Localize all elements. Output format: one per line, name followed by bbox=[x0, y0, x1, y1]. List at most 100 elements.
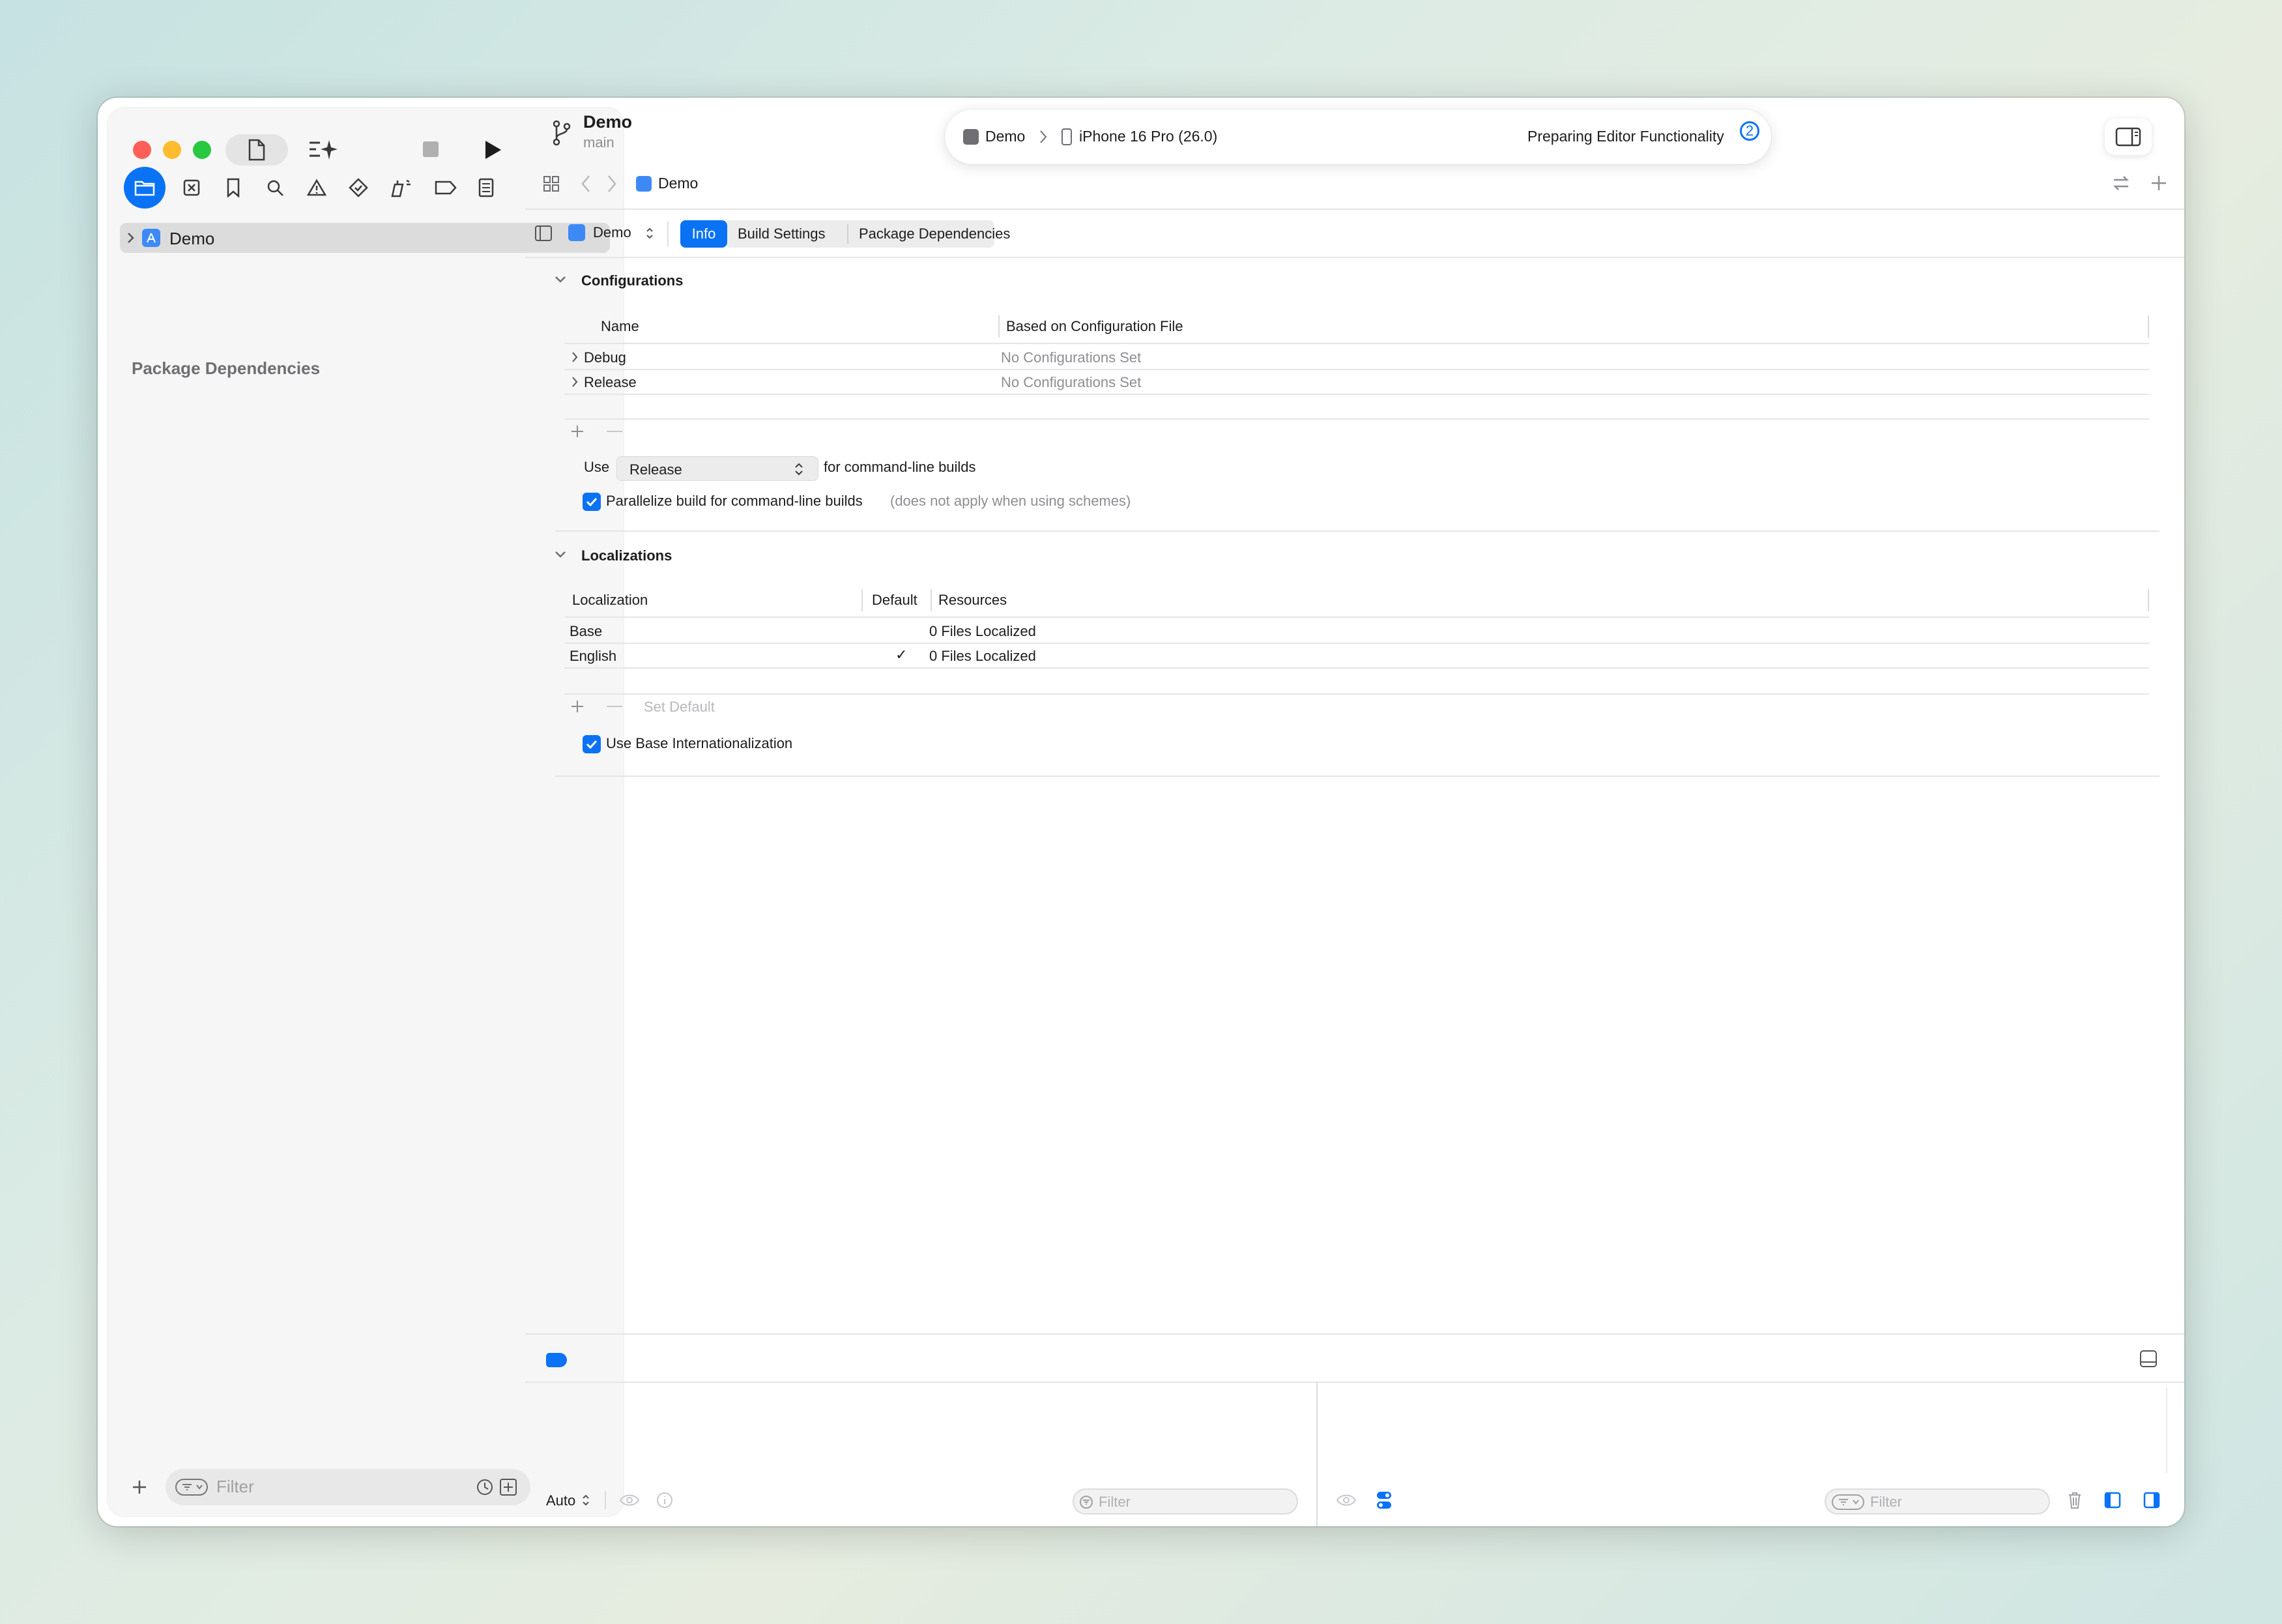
xcode-window: Demo Package Dependencies Filter Demo ma… bbox=[98, 98, 2184, 1526]
back-chevron-icon[interactable] bbox=[580, 173, 592, 194]
stop-button[interactable] bbox=[421, 139, 441, 159]
find-navigator-tab[interactable] bbox=[259, 172, 291, 203]
search-icon bbox=[267, 180, 283, 196]
table-row[interactable]: Debug No Configurations Set bbox=[564, 345, 2149, 369]
branch-name: main bbox=[583, 134, 614, 151]
show-console-view-icon[interactable] bbox=[2143, 1491, 2161, 1509]
jumpbar-divider bbox=[525, 209, 2184, 210]
trash-icon[interactable] bbox=[2067, 1491, 2083, 1509]
localizations-heading: Localizations bbox=[581, 547, 672, 564]
scheme-selector[interactable]: Demo bbox=[985, 128, 1025, 145]
breakpoint-navigator-tab[interactable] bbox=[430, 172, 461, 203]
base-internationalization-checkbox[interactable] bbox=[583, 735, 601, 753]
target-selector[interactable]: Demo bbox=[593, 224, 631, 241]
variables-filter-placeholder: Filter bbox=[1099, 1494, 1131, 1510]
close-window-button[interactable] bbox=[133, 141, 151, 159]
forward-chevron-icon[interactable] bbox=[606, 173, 618, 194]
add-localization-plus-icon[interactable] bbox=[570, 699, 585, 714]
toggle-inspector-button[interactable] bbox=[2105, 119, 2152, 155]
navigator-sidebar: Demo Package Dependencies Filter bbox=[108, 108, 623, 1516]
table-row[interactable]: English ✓ 0 Files Localized bbox=[564, 644, 2149, 667]
console-scrollbar-track[interactable] bbox=[2166, 1388, 2167, 1473]
chevron-down-icon[interactable] bbox=[554, 275, 567, 284]
branch-icon bbox=[553, 120, 571, 146]
console-filter-field[interactable]: Filter bbox=[1825, 1488, 2050, 1515]
plus-icon bbox=[133, 1481, 146, 1494]
breakpoints-toggle-button[interactable] bbox=[546, 1353, 567, 1367]
updown-chevron-icon[interactable] bbox=[645, 225, 654, 241]
variables-filter-field[interactable]: Filter bbox=[1073, 1488, 1298, 1515]
report-navigator-tab[interactable] bbox=[470, 172, 502, 203]
breakpoint-tag-icon bbox=[435, 181, 457, 195]
add-configuration-plus-icon[interactable] bbox=[570, 424, 585, 439]
chevron-right-icon[interactable] bbox=[126, 231, 136, 244]
issue-navigator-tab[interactable] bbox=[301, 172, 332, 203]
filter-options-icon[interactable] bbox=[175, 1478, 209, 1496]
bookmark-navigator-tab[interactable] bbox=[218, 172, 249, 203]
chevron-right-icon[interactable] bbox=[571, 351, 579, 364]
tab-package-dependencies[interactable]: Package Dependencies bbox=[859, 225, 1010, 242]
hide-debug-area-icon[interactable] bbox=[2139, 1349, 2158, 1369]
add-file-button[interactable] bbox=[126, 1474, 152, 1500]
add-editor-plus-icon[interactable] bbox=[2150, 175, 2167, 192]
tab-info-label: Info bbox=[691, 225, 716, 242]
localization-default[interactable]: ✓ bbox=[895, 646, 907, 663]
jumpbar-crumb[interactable]: Demo bbox=[658, 175, 698, 192]
coding-assistant-button[interactable] bbox=[305, 134, 341, 166]
table-row[interactable]: Base 0 Files Localized bbox=[564, 619, 2149, 643]
eye-icon[interactable] bbox=[1336, 1492, 1357, 1508]
config-file[interactable]: No Configurations Set bbox=[1001, 374, 1141, 391]
document-icon bbox=[248, 139, 265, 161]
swap-arrows-icon[interactable] bbox=[2111, 173, 2131, 193]
configurations-col-name: Name bbox=[601, 318, 639, 334]
debug-navigator-tab[interactable] bbox=[384, 172, 421, 203]
source-control-filter-icon[interactable] bbox=[499, 1478, 517, 1496]
stop-icon bbox=[423, 141, 439, 157]
destination-selector[interactable]: iPhone 16 Pro (26.0) bbox=[1079, 128, 1217, 145]
remove-localization-minus-icon[interactable] bbox=[605, 699, 624, 714]
test-navigator-tab[interactable] bbox=[343, 172, 374, 203]
command-line-config-popup[interactable]: Release bbox=[616, 456, 818, 481]
updown-chevron-icon[interactable] bbox=[581, 1492, 590, 1508]
related-items-grid-icon[interactable] bbox=[542, 175, 560, 193]
package-dependencies-heading: Package Dependencies bbox=[132, 358, 321, 378]
localizations-col-resources: Resources bbox=[938, 592, 1007, 608]
play-icon bbox=[485, 141, 501, 159]
show-document-outline-icon[interactable] bbox=[534, 224, 553, 242]
info-icon[interactable] bbox=[656, 1491, 674, 1509]
config-file[interactable]: No Configurations Set bbox=[1001, 349, 1141, 366]
zoom-window-button[interactable] bbox=[193, 141, 211, 159]
report-list-icon bbox=[478, 178, 494, 197]
parallelize-label: Parallelize build for command-line build… bbox=[606, 493, 863, 509]
file-toolbar-button[interactable] bbox=[225, 134, 288, 166]
diamond-check-icon bbox=[349, 178, 368, 197]
source-control-navigator-tab[interactable] bbox=[176, 172, 207, 203]
scheme-app-icon bbox=[963, 129, 979, 145]
debug-split-divider bbox=[1316, 1382, 1318, 1526]
variables-scope-selector[interactable]: Auto bbox=[546, 1492, 575, 1509]
project-navigator-tab[interactable] bbox=[124, 167, 166, 209]
set-default-button[interactable]: Set Default bbox=[644, 699, 715, 716]
tab-build-settings[interactable]: Build Settings bbox=[738, 225, 826, 242]
parallelize-checkbox[interactable] bbox=[583, 493, 601, 511]
console-toggles-icon[interactable] bbox=[1375, 1490, 1393, 1511]
recent-files-clock-icon[interactable] bbox=[476, 1478, 494, 1496]
sparkle-lines-icon bbox=[310, 140, 338, 160]
run-button[interactable] bbox=[480, 137, 506, 163]
remove-configuration-minus-icon[interactable] bbox=[605, 424, 624, 439]
show-variables-view-icon[interactable] bbox=[2103, 1491, 2122, 1509]
activity-count-badge[interactable]: 2 bbox=[1740, 121, 1759, 141]
chevron-down-icon[interactable] bbox=[554, 550, 567, 559]
chevron-right-icon[interactable] bbox=[571, 375, 579, 388]
table-row[interactable]: Release No Configurations Set bbox=[564, 370, 2149, 394]
localizations-col-default: Default bbox=[872, 592, 917, 608]
filter-options-icon[interactable] bbox=[1831, 1494, 1865, 1511]
activity-status-bar: Demo iPhone 16 Pro (26.0) Preparing Edit… bbox=[945, 109, 1771, 164]
minimize-window-button[interactable] bbox=[163, 141, 181, 159]
tab-info[interactable]: Info bbox=[680, 220, 727, 248]
eye-icon[interactable] bbox=[619, 1492, 640, 1508]
localization-resources: 0 Files Localized bbox=[929, 648, 1036, 664]
debug-toolbar-divider bbox=[525, 1382, 2184, 1383]
activity-status-text: Preparing Editor Functionality bbox=[1527, 128, 1724, 145]
navigator-filter-field[interactable]: Filter bbox=[166, 1469, 530, 1505]
